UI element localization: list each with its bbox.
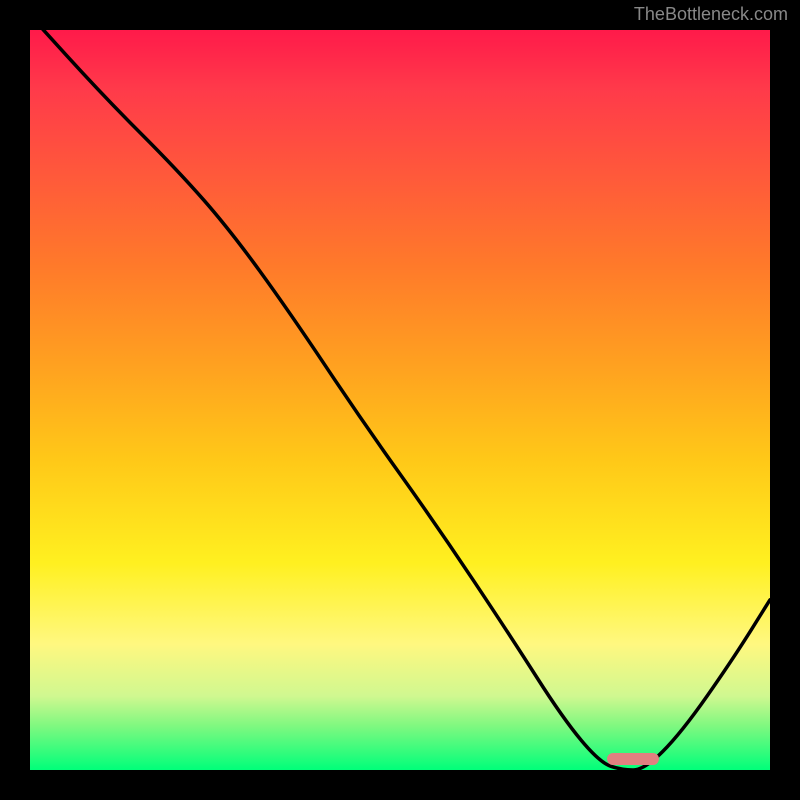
chart-plot-area — [30, 30, 770, 770]
chart-min-marker — [607, 753, 659, 765]
chart-curve-svg — [30, 30, 770, 770]
chart-line-series — [30, 30, 770, 770]
watermark-text: TheBottleneck.com — [634, 4, 788, 25]
